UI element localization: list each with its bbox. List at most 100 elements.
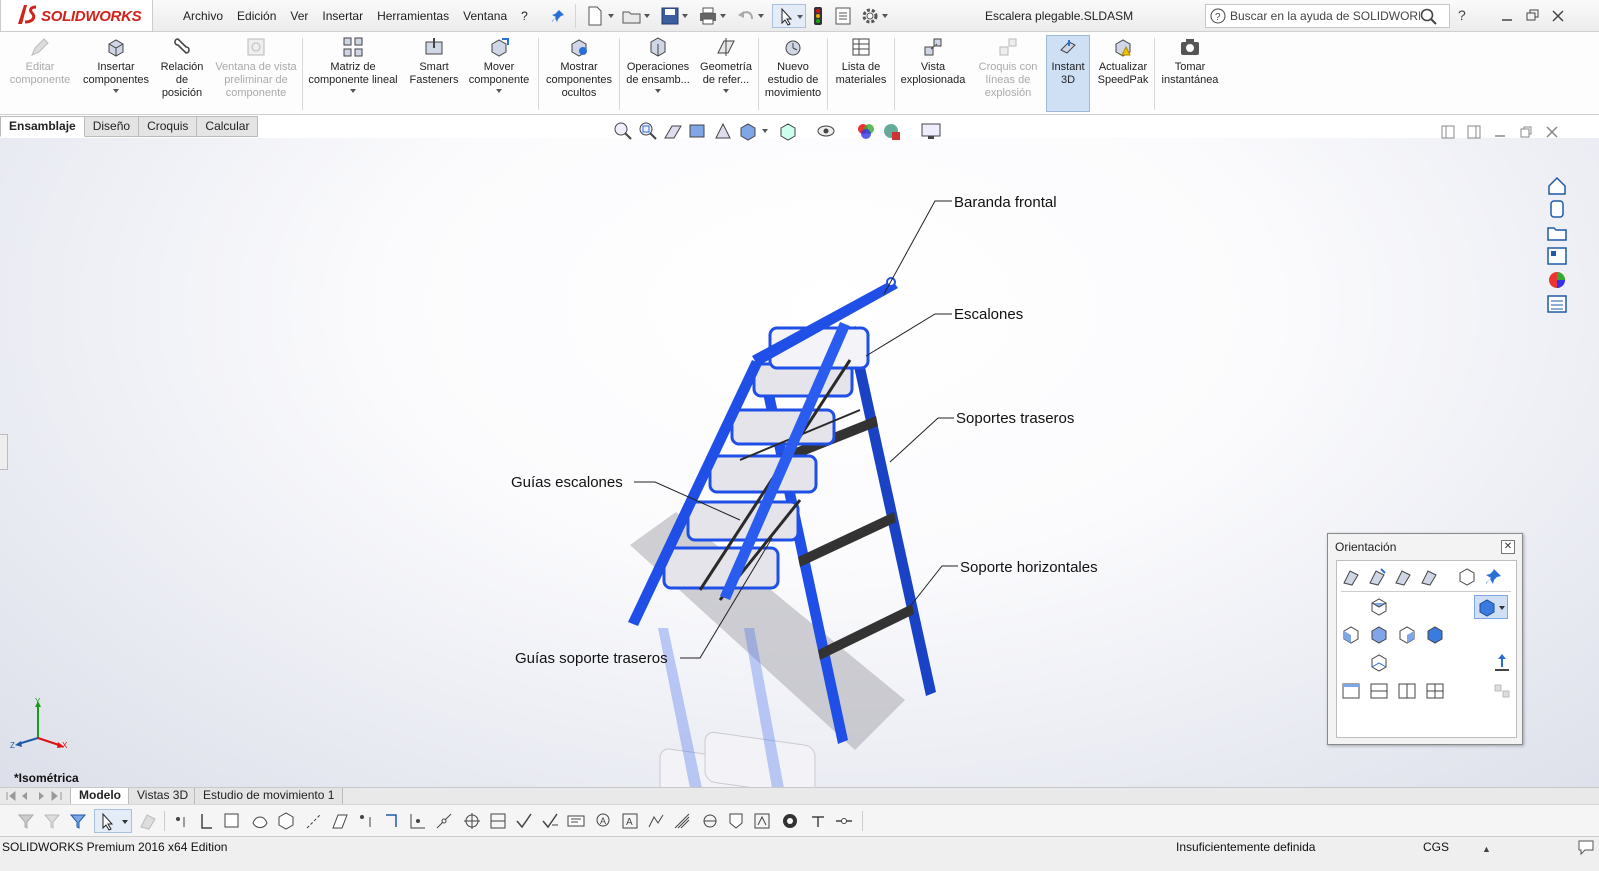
filter-dowel-pins-icon[interactable] bbox=[700, 811, 720, 831]
filter-faces-icon[interactable] bbox=[222, 811, 242, 831]
filter-clear-icon[interactable] bbox=[42, 811, 62, 831]
help-search-box[interactable]: ? bbox=[1205, 4, 1450, 28]
filter-sketch-points-icon[interactable] bbox=[356, 811, 376, 831]
filter-dimensions-icon[interactable] bbox=[488, 811, 508, 831]
filter-connection-points-icon[interactable] bbox=[726, 811, 746, 831]
reference-geometry-dropdown-icon[interactable] bbox=[723, 89, 729, 93]
tab-vistas-3d[interactable]: Vistas 3D bbox=[128, 788, 198, 805]
assembly-features-dropdown-icon[interactable] bbox=[655, 89, 661, 93]
assembly-features-button[interactable]: Operaciones de ensamb... bbox=[622, 36, 694, 93]
reference-geometry-button[interactable]: Geometría de refer... bbox=[696, 36, 756, 93]
tab-calcular[interactable]: Calcular bbox=[197, 116, 259, 137]
update-speedpak-button[interactable]: Actualizar SpeedPak bbox=[1094, 36, 1152, 87]
menu-ver[interactable]: Ver bbox=[283, 0, 315, 32]
file-explorer-icon[interactable] bbox=[1546, 222, 1568, 244]
zoom-area-icon[interactable] bbox=[637, 120, 661, 142]
filter-surface-finish-icon[interactable] bbox=[514, 811, 534, 831]
filter-center-marks-icon[interactable] bbox=[434, 811, 454, 831]
restore-icon[interactable] bbox=[1522, 6, 1542, 26]
view-palette-icon[interactable] bbox=[1546, 245, 1568, 267]
filter-midpoints-icon[interactable] bbox=[408, 811, 428, 831]
menu-archivo[interactable]: Archivo bbox=[176, 0, 230, 32]
filter-components-icon[interactable] bbox=[138, 811, 158, 831]
filter-vertices-icon[interactable] bbox=[170, 811, 190, 831]
bottom-view-icon[interactable] bbox=[1369, 653, 1389, 673]
take-snapshot-button[interactable]: Tomar instantánea bbox=[1157, 36, 1223, 87]
print-button[interactable] bbox=[694, 4, 728, 28]
view-selector-icon[interactable] bbox=[1419, 567, 1439, 587]
pin-menu-icon[interactable] bbox=[551, 9, 565, 23]
menu-edicion[interactable]: Edición bbox=[230, 0, 283, 32]
dynamic-annotation-icon[interactable] bbox=[712, 120, 736, 142]
filter-surface-bodies-icon[interactable] bbox=[250, 811, 270, 831]
design-library-icon[interactable] bbox=[1546, 198, 1568, 220]
filter-cosmetic-threads-icon[interactable] bbox=[646, 811, 666, 831]
new-view-icon[interactable] bbox=[1341, 567, 1361, 587]
isometric-dropdown-icon[interactable] bbox=[1499, 606, 1505, 610]
view-orientation-dropdown-icon[interactable] bbox=[762, 129, 768, 133]
view-orientation-icon[interactable] bbox=[737, 120, 761, 142]
move-component-dropdown-icon[interactable] bbox=[496, 89, 502, 93]
chat-bubble-icon[interactable] bbox=[1577, 838, 1595, 856]
front-view-icon[interactable] bbox=[1369, 625, 1389, 645]
single-view-icon[interactable] bbox=[1341, 681, 1361, 701]
display-style-icon[interactable] bbox=[777, 120, 801, 142]
bill-of-materials-button[interactable]: Lista de materiales bbox=[830, 36, 892, 87]
isometric-view-button[interactable] bbox=[1474, 595, 1508, 619]
filter-planes-icon[interactable] bbox=[330, 811, 350, 831]
filter-end-points-icon[interactable] bbox=[834, 811, 854, 831]
new-motion-study-button[interactable]: Nuevo estudio de movimiento bbox=[761, 36, 825, 100]
options-button[interactable] bbox=[856, 4, 890, 28]
filter-toggle-icon[interactable] bbox=[16, 811, 36, 831]
section-view-icon[interactable] bbox=[687, 120, 711, 142]
linear-pattern-dropdown-icon[interactable] bbox=[350, 89, 356, 93]
instant-3d-button[interactable]: Instant 3D bbox=[1046, 35, 1090, 112]
filter-notes-icon[interactable] bbox=[566, 811, 586, 831]
status-units[interactable]: CGS bbox=[1423, 840, 1449, 854]
edit-component-button[interactable]: Editar componente bbox=[4, 36, 76, 87]
four-view-icon[interactable] bbox=[1425, 681, 1445, 701]
menu-insertar[interactable]: Insertar bbox=[315, 0, 370, 32]
top-view-icon[interactable] bbox=[1369, 597, 1389, 617]
component-preview-button[interactable]: Ventana de vista preliminar de component… bbox=[210, 36, 302, 100]
menu-ventana[interactable]: Ventana bbox=[456, 0, 514, 32]
exploded-view-button[interactable]: Vista explosionada bbox=[896, 36, 970, 87]
menu-herramientas[interactable]: Herramientas bbox=[370, 0, 456, 32]
update-standard-views-icon[interactable] bbox=[1367, 567, 1387, 587]
back-view-icon[interactable] bbox=[1425, 625, 1445, 645]
tab-diseno[interactable]: Diseño bbox=[84, 116, 140, 137]
link-views-icon[interactable] bbox=[1492, 681, 1512, 701]
explode-line-sketch-button[interactable]: Croquis con líneas de explosión bbox=[972, 36, 1044, 100]
new-document-button[interactable] bbox=[582, 4, 616, 28]
rebuild-button[interactable] bbox=[808, 4, 826, 28]
orientation-close-icon[interactable]: ✕ bbox=[1501, 540, 1515, 554]
normal-to-icon[interactable] bbox=[1492, 653, 1512, 673]
help-search-input[interactable] bbox=[1230, 7, 1420, 25]
show-hidden-components-button[interactable]: Mostrar componentes ocultos bbox=[541, 36, 617, 100]
insert-components-button[interactable]: Insertar componentes bbox=[78, 36, 154, 93]
view-settings-icon[interactable] bbox=[920, 120, 944, 142]
tab-croquis[interactable]: Croquis bbox=[139, 116, 198, 137]
open-button[interactable] bbox=[618, 4, 652, 28]
hide-show-items-icon[interactable] bbox=[815, 120, 839, 142]
tab-scroll-arrows-icon[interactable] bbox=[3, 790, 67, 802]
previous-view-icon[interactable] bbox=[662, 120, 686, 142]
selection-tool-button[interactable] bbox=[94, 809, 132, 833]
filter-welds-icon[interactable] bbox=[808, 811, 828, 831]
solidworks-logo[interactable]: SOLIDWORKS bbox=[0, 0, 153, 32]
insert-components-dropdown-icon[interactable] bbox=[113, 89, 119, 93]
file-properties-button[interactable] bbox=[830, 4, 854, 28]
undo-button[interactable] bbox=[732, 4, 766, 28]
left-view-icon[interactable] bbox=[1341, 625, 1361, 645]
pin-dialog-icon[interactable] bbox=[1483, 567, 1503, 587]
viewport-minimize-icon[interactable] bbox=[1492, 124, 1508, 140]
tab-ensamblaje[interactable]: Ensamblaje bbox=[0, 116, 85, 137]
menu-help[interactable]: ? bbox=[514, 0, 535, 32]
filter-edges-icon[interactable] bbox=[196, 811, 216, 831]
filter-geometric-tolerance-icon[interactable] bbox=[540, 811, 560, 831]
split-right-icon[interactable] bbox=[1466, 124, 1482, 140]
feature-manager-expand-handle[interactable] bbox=[0, 434, 8, 470]
select-all-filters-icon[interactable] bbox=[68, 811, 88, 831]
split-left-icon[interactable] bbox=[1440, 124, 1456, 140]
appearances-icon[interactable] bbox=[1546, 269, 1568, 291]
